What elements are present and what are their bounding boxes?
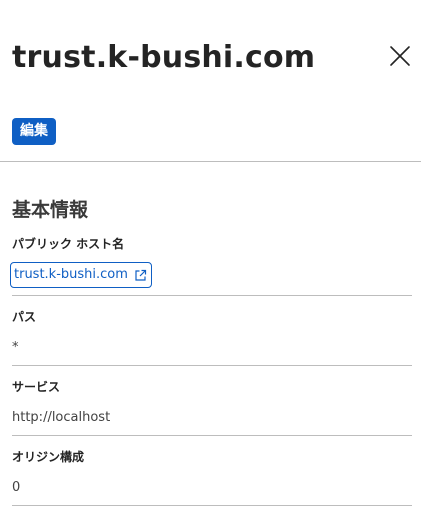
edit-button[interactable]: 編集 bbox=[12, 118, 56, 145]
path-label: パス bbox=[12, 310, 37, 324]
origin-config-value: 0 bbox=[12, 480, 21, 495]
public-hostname-link[interactable]: trust.k-bushi.com bbox=[10, 262, 152, 288]
field-divider bbox=[12, 365, 412, 366]
path-value: * bbox=[12, 340, 19, 355]
field-divider bbox=[12, 295, 412, 296]
close-button[interactable] bbox=[388, 44, 412, 68]
service-value: http://localhost bbox=[12, 410, 111, 425]
field-divider bbox=[12, 435, 412, 436]
origin-config-field: オリジン構成 0 bbox=[12, 449, 412, 497]
public-hostname-label: パブリック ホスト名 bbox=[12, 237, 125, 251]
service-field: サービス http://localhost bbox=[12, 379, 412, 427]
service-label: サービス bbox=[12, 380, 61, 394]
details-panel: trust.k-bushi.com 編集 基本情報 パブリック ホスト名 tru… bbox=[0, 0, 421, 512]
section-title: 基本情報 bbox=[12, 199, 89, 221]
page-title: trust.k-bushi.com bbox=[12, 40, 316, 75]
field-divider bbox=[12, 505, 412, 506]
path-field: パス * bbox=[12, 309, 412, 357]
header-divider bbox=[0, 161, 421, 162]
origin-config-label: オリジン構成 bbox=[12, 450, 85, 464]
close-icon bbox=[390, 46, 410, 66]
public-hostname-field: パブリック ホスト名 bbox=[12, 236, 412, 252]
public-hostname-link-text: trust.k-bushi.com bbox=[14, 267, 128, 282]
panel-header: trust.k-bushi.com bbox=[12, 38, 421, 82]
external-link-icon bbox=[135, 269, 147, 281]
